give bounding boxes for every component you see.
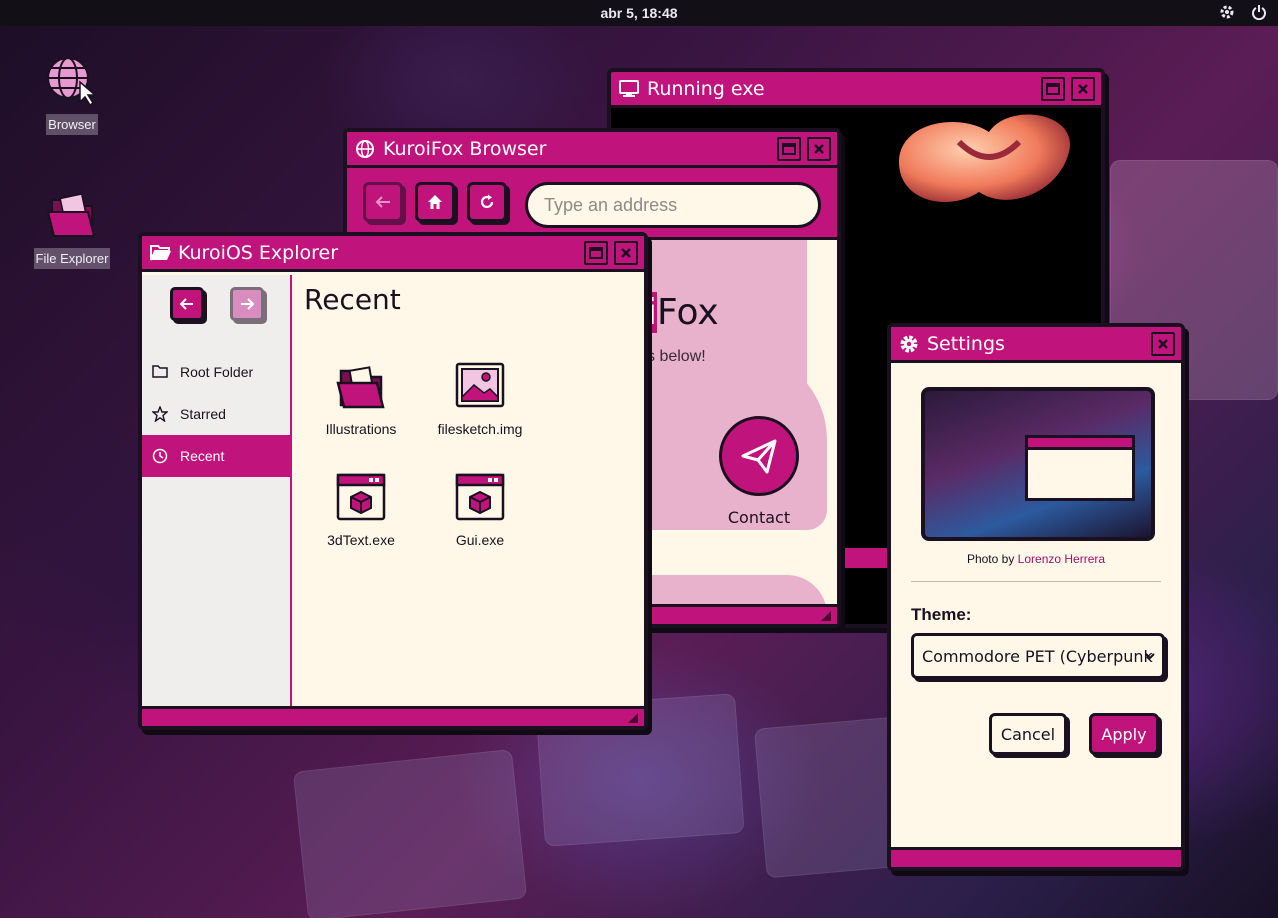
power-icon[interactable] — [1250, 3, 1268, 21]
app-icon — [335, 472, 387, 524]
desktop-icon-label: File Explorer — [33, 248, 111, 269]
globe-icon — [44, 52, 100, 108]
arrow-left-icon — [375, 196, 390, 208]
settings-window: Settings Photo by Lorenzo Herrera Theme:… — [887, 323, 1185, 871]
file-name: Illustrations — [325, 421, 397, 437]
gear-icon — [899, 333, 921, 355]
credit-prefix: Photo by — [966, 552, 1015, 566]
contact-button[interactable] — [719, 416, 799, 496]
preview-mini-window — [1025, 435, 1135, 501]
background-cassette — [292, 748, 528, 918]
resize-grip[interactable] — [821, 611, 831, 621]
reload-button[interactable] — [467, 182, 507, 222]
theme-select-value: Commodore PET (Cyberpunk — [922, 646, 1153, 666]
brand-rest: Fox — [657, 292, 719, 333]
address-input[interactable] — [525, 182, 821, 228]
credit-author-link[interactable]: Lorenzo Herrera — [1018, 552, 1105, 566]
desktop-icon-label: Browser — [46, 114, 98, 135]
folder-open-icon — [150, 242, 172, 264]
chevron-down-icon — [1145, 653, 1155, 660]
browser-toolbar — [347, 168, 837, 240]
maximize-button[interactable] — [584, 240, 608, 265]
home-button[interactable] — [415, 182, 455, 222]
system-tray — [1218, 3, 1268, 21]
sidebar-item-label: Starred — [180, 406, 226, 422]
title-bar[interactable]: KuroiFox Browser — [347, 132, 837, 168]
home-icon — [428, 195, 442, 209]
title-bar[interactable]: KuroiOS Explorer — [142, 236, 644, 272]
sidebar-item-root-folder[interactable]: Root Folder — [142, 351, 290, 393]
star-icon — [152, 406, 168, 422]
desktop-icon-browser[interactable]: Browser — [27, 52, 117, 135]
photo-credit: Photo by Lorenzo Herrera — [891, 552, 1181, 566]
file-item[interactable]: filesketch.img — [425, 361, 535, 437]
close-button[interactable] — [807, 136, 831, 161]
explorer-main: Recent Illustrations filesketch.img 3dTe… — [294, 275, 644, 706]
clock[interactable]: abr 5, 18:48 — [0, 5, 1278, 21]
close-button[interactable] — [1151, 331, 1175, 356]
sidebar-item-label: Recent — [180, 448, 225, 464]
theme-select[interactable]: Commodore PET (Cyberpunk — [911, 633, 1165, 679]
file-item[interactable]: Gui.exe — [425, 472, 535, 548]
desktop-icon-file-explorer[interactable]: File Explorer — [27, 186, 117, 269]
file-name: 3dText.exe — [327, 532, 395, 548]
file-name: filesketch.img — [437, 421, 523, 437]
sidebar-item-starred[interactable]: Starred — [142, 393, 290, 435]
status-bar — [142, 706, 644, 726]
clock-icon — [152, 448, 168, 464]
contact-label[interactable]: Contact — [719, 508, 799, 527]
apply-button[interactable]: Apply — [1089, 713, 1159, 755]
close-button[interactable] — [614, 240, 638, 265]
history-nav — [142, 275, 290, 351]
cancel-button[interactable]: Cancel — [989, 713, 1067, 755]
image-icon — [454, 361, 506, 413]
gear-icon[interactable] — [1218, 3, 1236, 21]
maximize-button[interactable] — [1041, 76, 1065, 101]
theme-label: Theme: — [911, 605, 972, 624]
top-bar: abr 5, 18:48 — [0, 0, 1278, 26]
explorer-window: KuroiOS Explorer Root Folder Starred Rec — [138, 232, 648, 730]
window-title: Running exe — [647, 77, 765, 100]
title-bar[interactable]: Running exe — [611, 72, 1101, 108]
close-button[interactable] — [1071, 76, 1095, 101]
folder-icon — [152, 364, 168, 380]
window-title: Settings — [927, 332, 1005, 355]
wallpaper-preview — [921, 387, 1155, 541]
back-button[interactable] — [170, 287, 204, 321]
resize-grip[interactable] — [628, 713, 638, 723]
file-item[interactable]: 3dText.exe — [306, 472, 416, 548]
arrow-right-icon — [241, 298, 254, 310]
folder-icon — [335, 361, 387, 413]
3d-render-shape — [899, 112, 1079, 212]
forward-button[interactable] — [230, 287, 264, 321]
file-name: Gui.exe — [455, 532, 505, 548]
globe-icon — [355, 138, 377, 160]
window-title: KuroiFox Browser — [383, 137, 547, 160]
section-heading: Recent — [304, 283, 401, 316]
back-button[interactable] — [363, 182, 403, 222]
folder-icon — [44, 186, 100, 242]
divider — [911, 581, 1161, 582]
app-icon — [454, 472, 506, 524]
explorer-sidebar: Root Folder Starred Recent — [142, 275, 292, 706]
window-title: KuroiOS Explorer — [178, 241, 339, 264]
sidebar-item-label: Root Folder — [180, 364, 254, 380]
file-item[interactable]: Illustrations — [306, 361, 416, 437]
monitor-icon — [619, 78, 641, 100]
status-bar — [891, 847, 1181, 867]
title-bar[interactable]: Settings — [891, 327, 1181, 363]
arrow-left-icon — [180, 298, 193, 310]
maximize-button[interactable] — [777, 136, 801, 161]
sidebar-item-recent[interactable]: Recent — [142, 435, 290, 477]
reload-icon — [480, 194, 494, 209]
paper-plane-icon — [741, 439, 777, 474]
